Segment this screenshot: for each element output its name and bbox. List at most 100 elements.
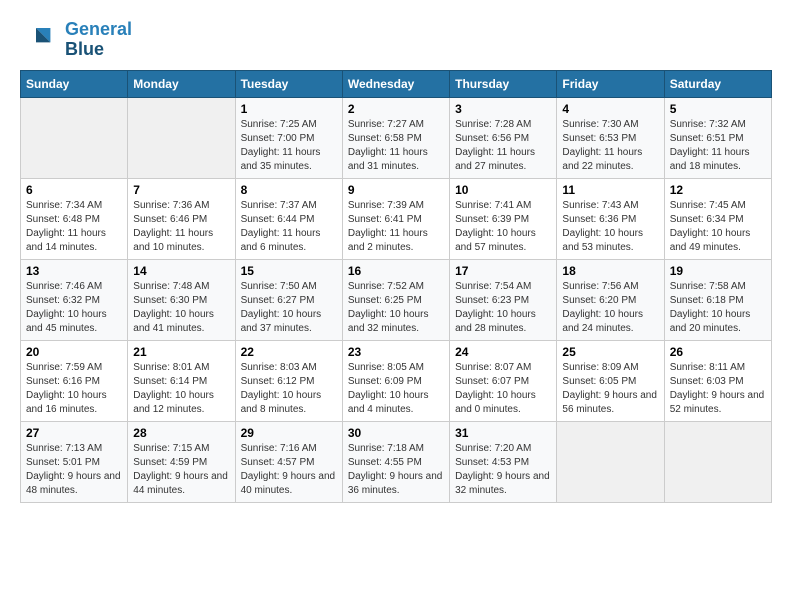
day-number: 11: [562, 183, 658, 197]
day-detail: Sunrise: 8:01 AMSunset: 6:14 PMDaylight:…: [133, 361, 229, 417]
calendar-cell: 18 Sunrise: 7:56 AMSunset: 6:20 PMDaylig…: [557, 260, 664, 341]
calendar-cell: [21, 98, 128, 179]
day-detail: Sunrise: 7:20 AMSunset: 4:53 PMDaylight:…: [455, 442, 551, 498]
calendar-cell: 26 Sunrise: 8:11 AMSunset: 6:03 PMDaylig…: [664, 341, 771, 422]
calendar-cell: 2 Sunrise: 7:27 AMSunset: 6:58 PMDayligh…: [342, 98, 449, 179]
day-number: 13: [26, 264, 122, 278]
calendar-cell: 1 Sunrise: 7:25 AMSunset: 7:00 PMDayligh…: [235, 98, 342, 179]
calendar-cell: [128, 98, 235, 179]
day-detail: Sunrise: 7:43 AMSunset: 6:36 PMDaylight:…: [562, 199, 658, 255]
day-number: 4: [562, 102, 658, 116]
day-detail: Sunrise: 7:48 AMSunset: 6:30 PMDaylight:…: [133, 280, 229, 336]
header-sunday: Sunday: [21, 71, 128, 98]
day-detail: Sunrise: 7:56 AMSunset: 6:20 PMDaylight:…: [562, 280, 658, 336]
day-detail: Sunrise: 7:52 AMSunset: 6:25 PMDaylight:…: [348, 280, 444, 336]
calendar-cell: 12 Sunrise: 7:45 AMSunset: 6:34 PMDaylig…: [664, 179, 771, 260]
day-detail: Sunrise: 7:39 AMSunset: 6:41 PMDaylight:…: [348, 199, 444, 255]
logo: General Blue: [20, 20, 132, 60]
calendar-week-4: 20 Sunrise: 7:59 AMSunset: 6:16 PMDaylig…: [21, 341, 772, 422]
day-detail: Sunrise: 7:50 AMSunset: 6:27 PMDaylight:…: [241, 280, 337, 336]
calendar-week-2: 6 Sunrise: 7:34 AMSunset: 6:48 PMDayligh…: [21, 179, 772, 260]
day-number: 12: [670, 183, 766, 197]
calendar-cell: 8 Sunrise: 7:37 AMSunset: 6:44 PMDayligh…: [235, 179, 342, 260]
day-detail: Sunrise: 7:41 AMSunset: 6:39 PMDaylight:…: [455, 199, 551, 255]
day-detail: Sunrise: 8:03 AMSunset: 6:12 PMDaylight:…: [241, 361, 337, 417]
calendar-cell: 6 Sunrise: 7:34 AMSunset: 6:48 PMDayligh…: [21, 179, 128, 260]
day-number: 8: [241, 183, 337, 197]
day-detail: Sunrise: 7:28 AMSunset: 6:56 PMDaylight:…: [455, 118, 551, 174]
header-friday: Friday: [557, 71, 664, 98]
calendar-cell: [557, 422, 664, 503]
day-detail: Sunrise: 7:32 AMSunset: 6:51 PMDaylight:…: [670, 118, 766, 174]
calendar-week-3: 13 Sunrise: 7:46 AMSunset: 6:32 PMDaylig…: [21, 260, 772, 341]
logo-icon: [20, 20, 60, 60]
calendar-cell: 24 Sunrise: 8:07 AMSunset: 6:07 PMDaylig…: [450, 341, 557, 422]
day-number: 1: [241, 102, 337, 116]
calendar-cell: 21 Sunrise: 8:01 AMSunset: 6:14 PMDaylig…: [128, 341, 235, 422]
day-number: 18: [562, 264, 658, 278]
day-number: 22: [241, 345, 337, 359]
calendar-cell: 7 Sunrise: 7:36 AMSunset: 6:46 PMDayligh…: [128, 179, 235, 260]
day-detail: Sunrise: 7:15 AMSunset: 4:59 PMDaylight:…: [133, 442, 229, 498]
day-number: 17: [455, 264, 551, 278]
calendar-cell: 16 Sunrise: 7:52 AMSunset: 6:25 PMDaylig…: [342, 260, 449, 341]
day-detail: Sunrise: 7:16 AMSunset: 4:57 PMDaylight:…: [241, 442, 337, 498]
day-number: 16: [348, 264, 444, 278]
day-detail: Sunrise: 7:58 AMSunset: 6:18 PMDaylight:…: [670, 280, 766, 336]
calendar-body: 1 Sunrise: 7:25 AMSunset: 7:00 PMDayligh…: [21, 98, 772, 503]
day-number: 6: [26, 183, 122, 197]
calendar-cell: 17 Sunrise: 7:54 AMSunset: 6:23 PMDaylig…: [450, 260, 557, 341]
calendar-cell: 28 Sunrise: 7:15 AMSunset: 4:59 PMDaylig…: [128, 422, 235, 503]
day-number: 3: [455, 102, 551, 116]
day-number: 26: [670, 345, 766, 359]
day-number: 29: [241, 426, 337, 440]
day-number: 10: [455, 183, 551, 197]
header-wednesday: Wednesday: [342, 71, 449, 98]
day-detail: Sunrise: 7:25 AMSunset: 7:00 PMDaylight:…: [241, 118, 337, 174]
day-detail: Sunrise: 7:30 AMSunset: 6:53 PMDaylight:…: [562, 118, 658, 174]
day-number: 15: [241, 264, 337, 278]
header-tuesday: Tuesday: [235, 71, 342, 98]
day-number: 20: [26, 345, 122, 359]
day-number: 28: [133, 426, 229, 440]
day-detail: Sunrise: 7:37 AMSunset: 6:44 PMDaylight:…: [241, 199, 337, 255]
calendar-cell: 13 Sunrise: 7:46 AMSunset: 6:32 PMDaylig…: [21, 260, 128, 341]
calendar-cell: 9 Sunrise: 7:39 AMSunset: 6:41 PMDayligh…: [342, 179, 449, 260]
day-number: 19: [670, 264, 766, 278]
calendar-cell: 30 Sunrise: 7:18 AMSunset: 4:55 PMDaylig…: [342, 422, 449, 503]
calendar-cell: 15 Sunrise: 7:50 AMSunset: 6:27 PMDaylig…: [235, 260, 342, 341]
day-detail: Sunrise: 7:18 AMSunset: 4:55 PMDaylight:…: [348, 442, 444, 498]
calendar-cell: 23 Sunrise: 8:05 AMSunset: 6:09 PMDaylig…: [342, 341, 449, 422]
calendar-cell: 10 Sunrise: 7:41 AMSunset: 6:39 PMDaylig…: [450, 179, 557, 260]
day-detail: Sunrise: 7:13 AMSunset: 5:01 PMDaylight:…: [26, 442, 122, 498]
calendar-cell: 11 Sunrise: 7:43 AMSunset: 6:36 PMDaylig…: [557, 179, 664, 260]
day-number: 9: [348, 183, 444, 197]
header-monday: Monday: [128, 71, 235, 98]
calendar-cell: 14 Sunrise: 7:48 AMSunset: 6:30 PMDaylig…: [128, 260, 235, 341]
calendar-cell: 3 Sunrise: 7:28 AMSunset: 6:56 PMDayligh…: [450, 98, 557, 179]
calendar-cell: 19 Sunrise: 7:58 AMSunset: 6:18 PMDaylig…: [664, 260, 771, 341]
calendar-week-1: 1 Sunrise: 7:25 AMSunset: 7:00 PMDayligh…: [21, 98, 772, 179]
calendar-table: Sunday Monday Tuesday Wednesday Thursday…: [20, 70, 772, 503]
header-saturday: Saturday: [664, 71, 771, 98]
day-number: 31: [455, 426, 551, 440]
day-number: 2: [348, 102, 444, 116]
calendar-cell: 20 Sunrise: 7:59 AMSunset: 6:16 PMDaylig…: [21, 341, 128, 422]
day-detail: Sunrise: 7:45 AMSunset: 6:34 PMDaylight:…: [670, 199, 766, 255]
calendar-cell: 5 Sunrise: 7:32 AMSunset: 6:51 PMDayligh…: [664, 98, 771, 179]
day-number: 21: [133, 345, 229, 359]
header-thursday: Thursday: [450, 71, 557, 98]
calendar-cell: 22 Sunrise: 8:03 AMSunset: 6:12 PMDaylig…: [235, 341, 342, 422]
calendar-header: Sunday Monday Tuesday Wednesday Thursday…: [21, 71, 772, 98]
day-number: 24: [455, 345, 551, 359]
calendar-week-5: 27 Sunrise: 7:13 AMSunset: 5:01 PMDaylig…: [21, 422, 772, 503]
calendar-cell: [664, 422, 771, 503]
day-number: 25: [562, 345, 658, 359]
day-detail: Sunrise: 8:09 AMSunset: 6:05 PMDaylight:…: [562, 361, 658, 417]
day-number: 23: [348, 345, 444, 359]
calendar-cell: 27 Sunrise: 7:13 AMSunset: 5:01 PMDaylig…: [21, 422, 128, 503]
day-detail: Sunrise: 7:59 AMSunset: 6:16 PMDaylight:…: [26, 361, 122, 417]
day-number: 5: [670, 102, 766, 116]
day-detail: Sunrise: 8:05 AMSunset: 6:09 PMDaylight:…: [348, 361, 444, 417]
page-header: General Blue: [20, 20, 772, 60]
